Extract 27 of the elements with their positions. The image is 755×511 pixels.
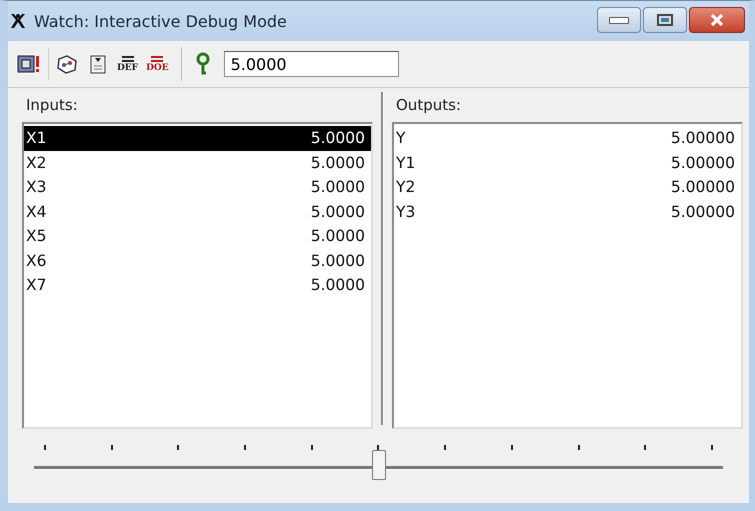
window-title: Watch: Interactive Debug Mode [34,12,288,30]
list-item[interactable]: X7 5.0000 [24,273,371,298]
panel-label: Outputs: [395,95,462,116]
list-item[interactable]: X3 5.0000 [24,175,371,200]
toolbar-button[interactable]: DOE [144,48,171,80]
maximize-button[interactable] [643,7,687,33]
close-icon [709,12,725,28]
list-item[interactable]: Y 5.00000 [394,126,741,150]
value-field[interactable]: 5.0000 [224,51,399,77]
minimize-button[interactable] [597,7,641,33]
outputs-list[interactable]: Y 5.00000 Y1 5.00000 Y2 5.00000 Y3 5.00000 [392,122,743,429]
toolbar-button[interactable]: DEF [115,48,140,80]
panel-label: Inputs: [25,95,79,116]
network-icon [55,53,79,75]
close-button[interactable] [689,7,745,33]
app-logo-icon [8,11,28,31]
list-item[interactable]: X2 5.0000 [24,150,371,175]
list-item[interactable]: Y1 5.00000 [394,150,741,175]
list-item[interactable]: X5 5.0000 [24,224,371,248]
window-alert-icon [16,53,42,75]
list-item[interactable]: Y3 5.00000 [394,200,741,224]
list-item[interactable]: Y2 5.00000 [394,175,741,200]
list-item[interactable]: X6 5.0000 [24,248,371,273]
slider-thumb[interactable] [372,450,386,480]
inputs-list[interactable]: X1 5.0000 X2 5.0000 X3 5.0000 X4 5.0000 X5 5.0000 X6 5.0000 X7 5.0000 [22,122,373,429]
list-item[interactable]: X4 5.0000 [24,200,371,224]
list-item[interactable]: X1 5.0000 [24,126,371,150]
